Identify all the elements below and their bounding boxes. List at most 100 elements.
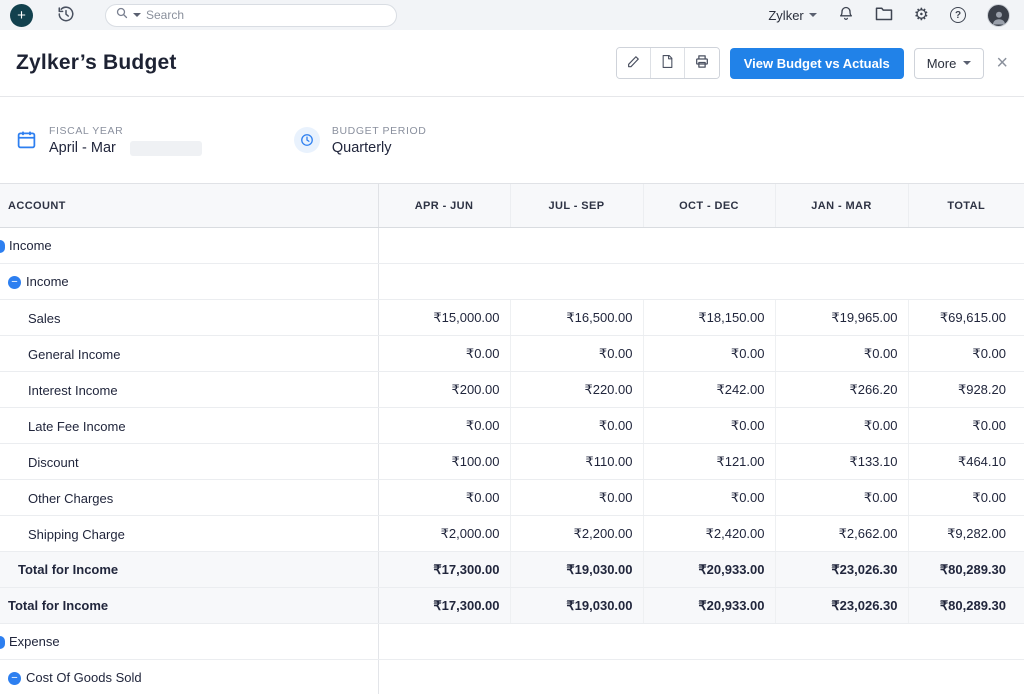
- account-label: Interest Income: [8, 383, 118, 398]
- table-row-item: Discount₹100.00₹110.00₹121.00₹133.10₹464…: [0, 444, 1024, 480]
- org-switcher[interactable]: Zylker: [768, 8, 816, 23]
- value-cell: ₹0.00: [510, 480, 643, 516]
- table-row-item: Other Charges₹0.00₹0.00₹0.00₹0.00₹0.00: [0, 480, 1024, 516]
- page-header: Zylker’s Budget View Budget vs Actuals M…: [0, 30, 1024, 97]
- fiscal-year-block: FISCAL YEAR April - Mar: [16, 125, 202, 156]
- value-cell: ₹0.00: [775, 480, 908, 516]
- value-cell: ₹0.00: [908, 408, 1024, 444]
- value-cell: ₹200.00: [378, 372, 510, 408]
- value-cell-empty: [378, 624, 1024, 660]
- help-button[interactable]: ?: [950, 7, 966, 23]
- notifications-button[interactable]: [838, 5, 854, 25]
- account-cell: Other Charges: [0, 480, 378, 516]
- value-cell: ₹0.00: [378, 480, 510, 516]
- value-cell: ₹80,289.30: [908, 588, 1024, 624]
- value-cell: ₹23,026.30: [775, 552, 908, 588]
- value-cell: ₹0.00: [643, 408, 775, 444]
- value-cell: ₹266.20: [775, 372, 908, 408]
- value-cell: ₹464.10: [908, 444, 1024, 480]
- global-search[interactable]: [105, 4, 397, 27]
- table-row-subgroup: −Cost Of Goods Sold: [0, 660, 1024, 694]
- account-cell: Shipping Charge: [0, 516, 378, 552]
- budget-table-header: ACCOUNT APR - JUN JUL - SEP OCT - DEC JA…: [0, 184, 1024, 228]
- document-export-icon: [661, 54, 674, 72]
- account-label: Shipping Charge: [8, 527, 125, 542]
- table-row-item: General Income₹0.00₹0.00₹0.00₹0.00₹0.00: [0, 336, 1024, 372]
- account-cell: Total for Income: [0, 552, 378, 588]
- collapse-icon[interactable]: −: [0, 240, 5, 253]
- account-cell: −Expense: [0, 624, 378, 660]
- search-input[interactable]: [146, 8, 386, 22]
- value-cell: ₹133.10: [775, 444, 908, 480]
- account-label: Other Charges: [8, 491, 113, 506]
- value-cell-empty: [378, 660, 1024, 694]
- value-cell: ₹69,615.00: [908, 300, 1024, 336]
- value-cell: ₹16,500.00: [510, 300, 643, 336]
- collapse-icon[interactable]: −: [8, 672, 21, 685]
- search-scope-caret-icon[interactable]: [133, 13, 141, 17]
- clock-icon: [294, 127, 320, 153]
- user-avatar[interactable]: [987, 4, 1010, 27]
- table-row-group: −Expense: [0, 624, 1024, 660]
- header-icon-group: [616, 47, 720, 79]
- account-label: Income: [26, 275, 69, 290]
- value-cell: ₹18,150.00: [643, 300, 775, 336]
- account-label: Total for Income: [18, 563, 118, 578]
- close-button[interactable]: ×: [996, 53, 1008, 73]
- gear-icon: ⚙: [914, 5, 929, 25]
- collapse-icon[interactable]: −: [8, 276, 21, 289]
- edit-button[interactable]: [617, 48, 651, 78]
- value-cell: ₹242.00: [643, 372, 775, 408]
- settings-button[interactable]: ⚙: [914, 5, 929, 25]
- account-label: Cost Of Goods Sold: [26, 671, 142, 686]
- question-icon: ?: [950, 7, 966, 23]
- quick-create-button[interactable]: +: [10, 4, 33, 27]
- value-cell: ₹110.00: [510, 444, 643, 480]
- value-cell: ₹20,933.00: [643, 552, 775, 588]
- value-cell: ₹0.00: [775, 336, 908, 372]
- account-label: Total for Income: [8, 599, 108, 614]
- value-cell: ₹100.00: [378, 444, 510, 480]
- value-cell: ₹0.00: [510, 408, 643, 444]
- account-cell: General Income: [0, 336, 378, 372]
- chevron-down-icon: [963, 61, 971, 65]
- account-label: Income: [9, 239, 52, 254]
- topbar: + Zylker ⚙ ?: [0, 0, 1024, 30]
- table-row-item: Shipping Charge₹2,000.00₹2,200.00₹2,420.…: [0, 516, 1024, 552]
- account-cell: Interest Income: [0, 372, 378, 408]
- blurred-region: [130, 141, 202, 156]
- value-cell: ₹2,000.00: [378, 516, 510, 552]
- history-icon: [57, 5, 75, 26]
- value-cell-empty: [378, 264, 1024, 300]
- collapse-icon[interactable]: −: [0, 636, 5, 649]
- account-label: General Income: [8, 347, 121, 362]
- print-button[interactable]: [685, 48, 719, 78]
- account-cell: −Income: [0, 228, 378, 264]
- value-cell: ₹19,030.00: [510, 588, 643, 624]
- chevron-down-icon: [809, 13, 817, 17]
- column-header-q1: APR - JUN: [378, 184, 510, 228]
- value-cell: ₹2,662.00: [775, 516, 908, 552]
- table-row-subtotal: Total for Income₹17,300.00₹19,030.00₹20,…: [0, 552, 1024, 588]
- account-label: Late Fee Income: [8, 419, 126, 434]
- view-budget-vs-actuals-button[interactable]: View Budget vs Actuals: [730, 48, 904, 79]
- account-cell: −Cost Of Goods Sold: [0, 660, 378, 694]
- plus-icon: +: [17, 8, 26, 23]
- more-label: More: [927, 56, 957, 71]
- folder-icon: [875, 6, 893, 24]
- calendar-icon: [16, 129, 37, 155]
- value-cell: ₹0.00: [510, 336, 643, 372]
- table-row-total: Total for Income₹17,300.00₹19,030.00₹20,…: [0, 588, 1024, 624]
- recent-history-button[interactable]: [57, 5, 75, 26]
- more-button[interactable]: More: [914, 48, 985, 79]
- documents-button[interactable]: [875, 6, 893, 24]
- export-pdf-button[interactable]: [651, 48, 685, 78]
- printer-icon: [694, 54, 710, 72]
- budget-meta: FISCAL YEAR April - Mar BUDGET PERIOD Qu…: [0, 97, 1024, 183]
- table-row-item: Late Fee Income₹0.00₹0.00₹0.00₹0.00₹0.00: [0, 408, 1024, 444]
- value-cell: ₹0.00: [378, 408, 510, 444]
- budget-period-block: BUDGET PERIOD Quarterly: [294, 125, 427, 156]
- account-cell: Late Fee Income: [0, 408, 378, 444]
- value-cell: ₹15,000.00: [378, 300, 510, 336]
- search-icon: [116, 6, 128, 24]
